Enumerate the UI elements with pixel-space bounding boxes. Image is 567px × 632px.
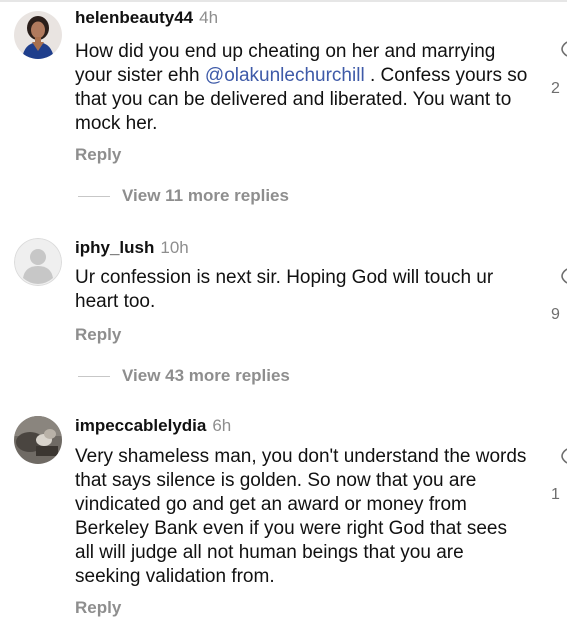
like-count: 1 (551, 486, 560, 503)
replies-line (78, 196, 110, 198)
view-replies-label: View 11 more replies (122, 186, 289, 205)
comment-text: Ur confession is next sir. Hoping God wi… (75, 267, 494, 312)
timestamp: 4h (199, 8, 219, 27)
avatar[interactable] (14, 416, 62, 464)
comment-header: iphy_lush 10h (75, 238, 189, 258)
like-count: 9 (551, 306, 560, 323)
reply-button[interactable]: Reply (75, 598, 121, 618)
heart-icon[interactable] (553, 448, 567, 464)
view-replies-button[interactable]: View 43 more replies (78, 366, 290, 386)
comment-text: How did you end up cheating on her and m… (75, 40, 530, 136)
comment-header: impeccablelydia 6h (75, 416, 231, 436)
username[interactable]: iphy_lush (75, 238, 154, 257)
comment-item: iphy_lush 10h Ur confession is next sir. … (0, 226, 567, 400)
comment-header: helenbeauty44 4h (75, 8, 218, 28)
default-avatar-icon (14, 238, 62, 286)
mention-link[interactable]: @olakunlechurchill (205, 65, 365, 86)
profile-photo (14, 11, 62, 59)
replies-line (78, 376, 110, 378)
avatar[interactable] (14, 238, 62, 286)
comment-item: helenbeauty44 4h How did you end up cheat… (0, 0, 567, 222)
like-count: 2 (551, 80, 560, 97)
comment-item: impeccablelydia 6h Very shameless man, yo… (0, 404, 567, 632)
avatar[interactable] (14, 11, 62, 59)
reply-button[interactable]: Reply (75, 145, 121, 165)
reply-button[interactable]: Reply (75, 325, 121, 345)
username[interactable]: impeccablelydia (75, 416, 206, 435)
profile-photo (14, 416, 62, 464)
view-replies-label: View 43 more replies (122, 366, 290, 385)
heart-icon[interactable] (553, 41, 567, 57)
heart-icon[interactable] (553, 268, 567, 284)
view-replies-button[interactable]: View 11 more replies (78, 186, 289, 206)
timestamp: 6h (212, 416, 232, 435)
timestamp: 10h (160, 238, 189, 257)
username[interactable]: helenbeauty44 (75, 8, 193, 27)
comment-text: Very shameless man, you don't understand… (75, 446, 527, 587)
